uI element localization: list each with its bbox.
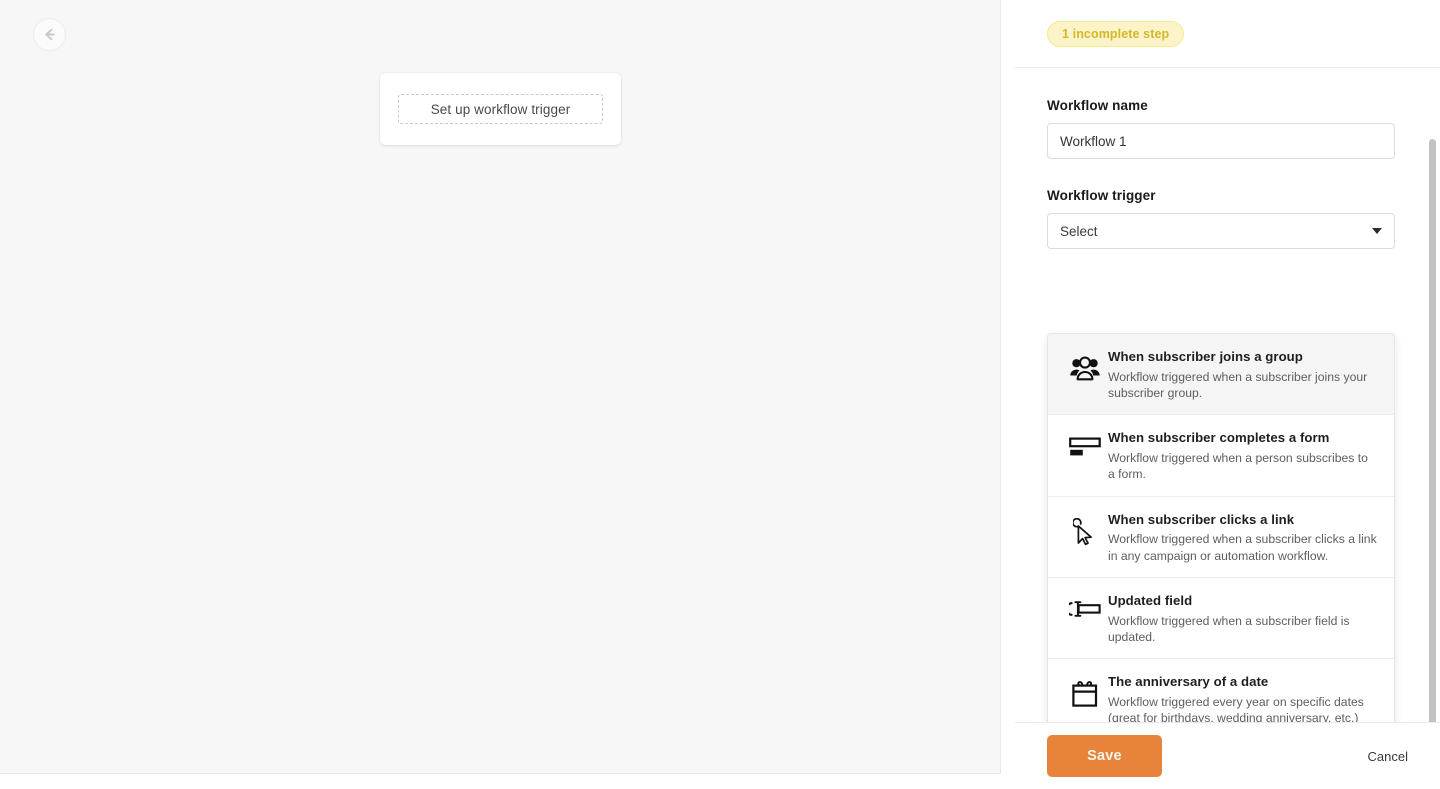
cancel-button[interactable]: Cancel <box>1368 749 1408 764</box>
workflow-name-input[interactable] <box>1047 123 1395 159</box>
text-field-icon <box>1062 592 1108 619</box>
workflow-trigger-label: Workflow trigger <box>1047 188 1156 203</box>
trigger-option-description: Workflow triggered when a subscriber joi… <box>1108 369 1368 401</box>
trigger-option-3[interactable]: Updated field Workflow triggered when a s… <box>1048 577 1394 659</box>
trigger-option-description: Workflow triggered when a subscriber fie… <box>1108 613 1350 644</box>
click-cursor-icon <box>1062 511 1108 546</box>
panel-scrollbar-thumb[interactable] <box>1429 139 1436 722</box>
gift-calendar-icon <box>1062 673 1108 707</box>
set-up-workflow-trigger-button[interactable]: Set up workflow trigger <box>398 94 603 124</box>
panel-body: Workflow name Workflow trigger Select Wh… <box>1015 68 1440 722</box>
trigger-option-title: When subscriber completes a form <box>1108 430 1330 446</box>
workflow-trigger-dropdown[interactable]: When subscriber joins a group Workflow tr… <box>1047 333 1395 722</box>
workflow-trigger-node[interactable]: Set up workflow trigger <box>380 73 621 145</box>
trigger-option-title: Updated field <box>1108 592 1193 608</box>
save-button[interactable]: Save <box>1047 735 1162 777</box>
panel-footer: Save Cancel <box>1015 722 1440 789</box>
incomplete-step-badge: 1 incomplete step <box>1047 20 1185 47</box>
workflow-trigger-selected-value: Select <box>1060 223 1098 239</box>
trigger-option-2[interactable]: When subscriber clicks a link Workflow tr… <box>1048 496 1394 578</box>
workflow-settings-panel: 1 incomplete step Workflow name Workflow… <box>1015 0 1440 789</box>
trigger-option-description: Workflow triggered every year on specifi… <box>1108 694 1364 722</box>
trigger-option-text: The anniversary of a date Workflow trigge… <box>1108 673 1378 722</box>
trigger-option-title: When subscriber clicks a link <box>1108 511 1295 527</box>
trigger-option-title: When subscriber joins a group <box>1108 349 1303 364</box>
trigger-option-1[interactable]: When subscriber completes a form Workflow… <box>1048 415 1394 497</box>
arrow-left-icon <box>41 26 58 43</box>
panel-header: 1 incomplete step <box>1015 0 1440 68</box>
trigger-option-0[interactable]: When subscriber joins a group Workflow tr… <box>1048 334 1394 416</box>
panel-scrollbar-track[interactable] <box>1426 137 1438 722</box>
back-button[interactable] <box>33 18 66 51</box>
workflow-trigger-select[interactable]: Select <box>1047 213 1395 249</box>
trigger-option-text: Updated field Workflow triggered when a s… <box>1108 592 1378 645</box>
chevron-down-icon <box>1372 228 1382 234</box>
trigger-option-description: Workflow triggered when a subscriber cli… <box>1108 532 1377 563</box>
workflow-name-label: Workflow name <box>1047 98 1148 113</box>
workflow-canvas[interactable]: Set up workflow trigger <box>0 0 1001 774</box>
trigger-option-text: When subscriber completes a form Workflow… <box>1108 429 1378 482</box>
trigger-option-text: When subscriber clicks a link Workflow tr… <box>1108 511 1378 564</box>
trigger-option-4[interactable]: The anniversary of a date Workflow trigge… <box>1048 659 1394 722</box>
trigger-option-text: When subscriber joins a group Workflow tr… <box>1108 348 1378 401</box>
workflow-editor-screen: Set up workflow trigger 1 incomplete ste… <box>0 0 1440 789</box>
trigger-option-description: Workflow triggered when a person subscri… <box>1108 451 1368 482</box>
group-people-icon <box>1062 348 1108 381</box>
form-icon <box>1062 429 1108 458</box>
trigger-option-title: The anniversary of a date <box>1108 674 1269 689</box>
